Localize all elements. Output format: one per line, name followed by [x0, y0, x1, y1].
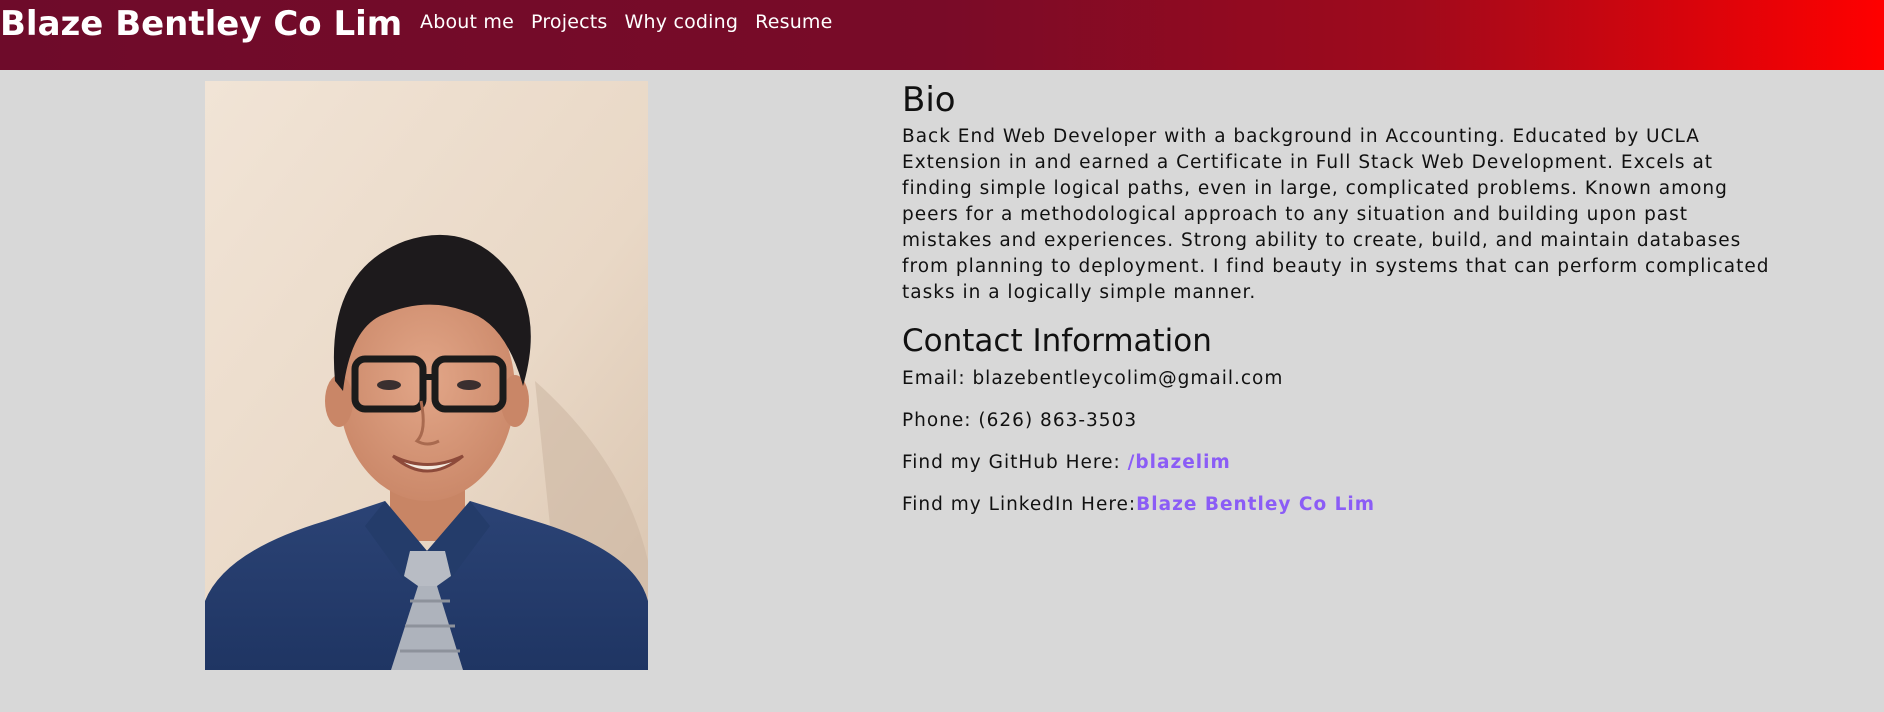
main-content: Bio Back End Web Developer with a backgr…	[902, 80, 1802, 518]
nav-why-coding[interactable]: Why coding	[625, 10, 739, 34]
header-navbar: Blaze Bentley Co Lim About me Projects W…	[0, 0, 1884, 70]
nav-projects[interactable]: Projects	[531, 10, 608, 34]
github-link[interactable]: /blazelim	[1128, 452, 1231, 473]
nav-resume[interactable]: Resume	[755, 10, 832, 34]
linkedin-line: Find my LinkedIn Here:Blaze Bentley Co L…	[902, 492, 1802, 518]
email-line: Email: blazebentleycolim@gmail.com	[902, 368, 1284, 389]
github-label: Find my GitHub Here:	[902, 452, 1121, 473]
nav-about-me[interactable]: About me	[420, 10, 514, 34]
linkedin-link[interactable]: Blaze Bentley Co Lim	[1136, 494, 1375, 515]
site-brand[interactable]: Blaze Bentley Co Lim	[0, 4, 402, 44]
github-line: Find my GitHub Here: /blazelim	[902, 450, 1802, 476]
phone-line: Phone: (626) 863-3503	[902, 410, 1138, 431]
nav-menu: About me Projects Why coding Resume	[420, 10, 833, 34]
contact-heading: Contact Information	[902, 323, 1212, 359]
bio-heading: Bio	[902, 80, 956, 120]
linkedin-label: Find my LinkedIn Here:	[902, 494, 1137, 515]
profile-photo	[205, 81, 648, 670]
bio-paragraph: Back End Web Developer with a background…	[902, 126, 1770, 303]
